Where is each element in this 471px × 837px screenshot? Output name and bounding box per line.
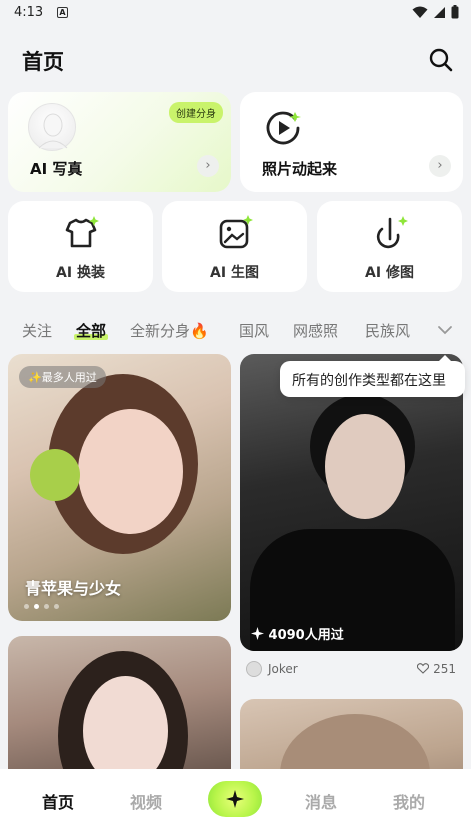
wifi-icon xyxy=(412,6,428,18)
nav-video[interactable]: 视频 xyxy=(130,789,162,813)
author-name[interactable]: Joker xyxy=(268,662,298,676)
avatar-placeholder xyxy=(28,103,76,151)
ai-image-gen-card[interactable]: AI 生图 xyxy=(162,201,307,292)
likes-count: 251 xyxy=(433,662,456,676)
chevron-right-icon[interactable]: › xyxy=(197,155,219,177)
create-avatar-badge[interactable]: 创建分身 xyxy=(169,102,223,123)
photo-face xyxy=(325,414,405,519)
tab-all[interactable]: 全部 xyxy=(73,320,109,341)
carousel-dots xyxy=(24,604,59,609)
shirt-icon xyxy=(65,216,99,248)
most-used-tag: ✨最多人用过 xyxy=(19,366,106,388)
category-tabs: 关注 全部 全新分身🔥 国风 网感照 民族风 xyxy=(0,316,471,346)
chevron-down-icon[interactable] xyxy=(435,320,455,340)
battery-icon xyxy=(451,5,459,19)
used-count-text: 4090人用过 xyxy=(268,628,344,643)
nav-messages[interactable]: 消息 xyxy=(305,789,337,813)
feed-card-green-apple[interactable]: ✨最多人用过 青苹果与少女 xyxy=(8,354,231,621)
tab-internet-style[interactable]: 网感照 xyxy=(293,320,338,341)
tab-follow[interactable]: 关注 xyxy=(22,320,52,341)
ai-portrait-label: AI 写真 xyxy=(30,160,83,178)
nav-profile[interactable]: 我的 xyxy=(393,789,425,813)
retouch-icon xyxy=(376,216,408,249)
signal-icon xyxy=(434,6,445,18)
photo-apple xyxy=(30,449,80,501)
ai-outfit-label: AI 换装 xyxy=(56,265,105,281)
status-time: 4:13 xyxy=(14,5,44,20)
sparkle-icon xyxy=(251,627,264,640)
animate-photo-label: 照片动起来 xyxy=(262,160,338,178)
tab-ethnic[interactable]: 民族风 xyxy=(365,320,410,341)
image-gen-icon xyxy=(219,215,253,249)
silhouette-icon xyxy=(38,113,68,149)
author-avatar[interactable] xyxy=(246,661,262,677)
create-button[interactable] xyxy=(208,781,262,817)
ai-outfit-card[interactable]: AI 换装 xyxy=(8,201,153,292)
ai-portrait-card[interactable]: 创建分身 AI 写真 › xyxy=(8,92,231,192)
ai-image-gen-label: AI 生图 xyxy=(210,265,259,281)
category-tooltip[interactable]: 所有的创作类型都在这里 xyxy=(280,355,465,397)
ai-retouch-card[interactable]: AI 修图 xyxy=(317,201,462,292)
bottom-nav: 首页 视频 消息 我的 xyxy=(0,769,471,837)
header: 首页 xyxy=(0,40,471,84)
photo-face xyxy=(78,409,183,534)
used-count: 4090人用过 xyxy=(251,624,344,643)
status-bar: 4:13 A xyxy=(0,0,471,26)
nav-home[interactable]: 首页 xyxy=(42,789,74,813)
feed-card-meta: Joker 251 xyxy=(246,660,456,680)
feed-card-caption: 青苹果与少女 xyxy=(25,579,122,598)
play-icon xyxy=(266,111,301,145)
ai-retouch-label: AI 修图 xyxy=(365,265,414,281)
tab-new-avatar[interactable]: 全新分身🔥 xyxy=(130,320,209,341)
page-title: 首页 xyxy=(22,50,64,74)
tab-guofeng[interactable]: 国风 xyxy=(239,320,269,341)
heart-icon xyxy=(417,663,430,674)
likes[interactable]: 251 xyxy=(417,662,456,676)
feed-card-portrait-man[interactable]: 4090人用过 xyxy=(240,354,463,651)
notification-icon: A xyxy=(57,7,68,18)
animate-photo-card[interactable]: 照片动起来 › xyxy=(240,92,463,192)
system-icons xyxy=(412,5,459,19)
sparkle-icon xyxy=(226,790,244,808)
chevron-right-icon[interactable]: › xyxy=(429,155,451,177)
search-icon[interactable] xyxy=(427,46,455,74)
